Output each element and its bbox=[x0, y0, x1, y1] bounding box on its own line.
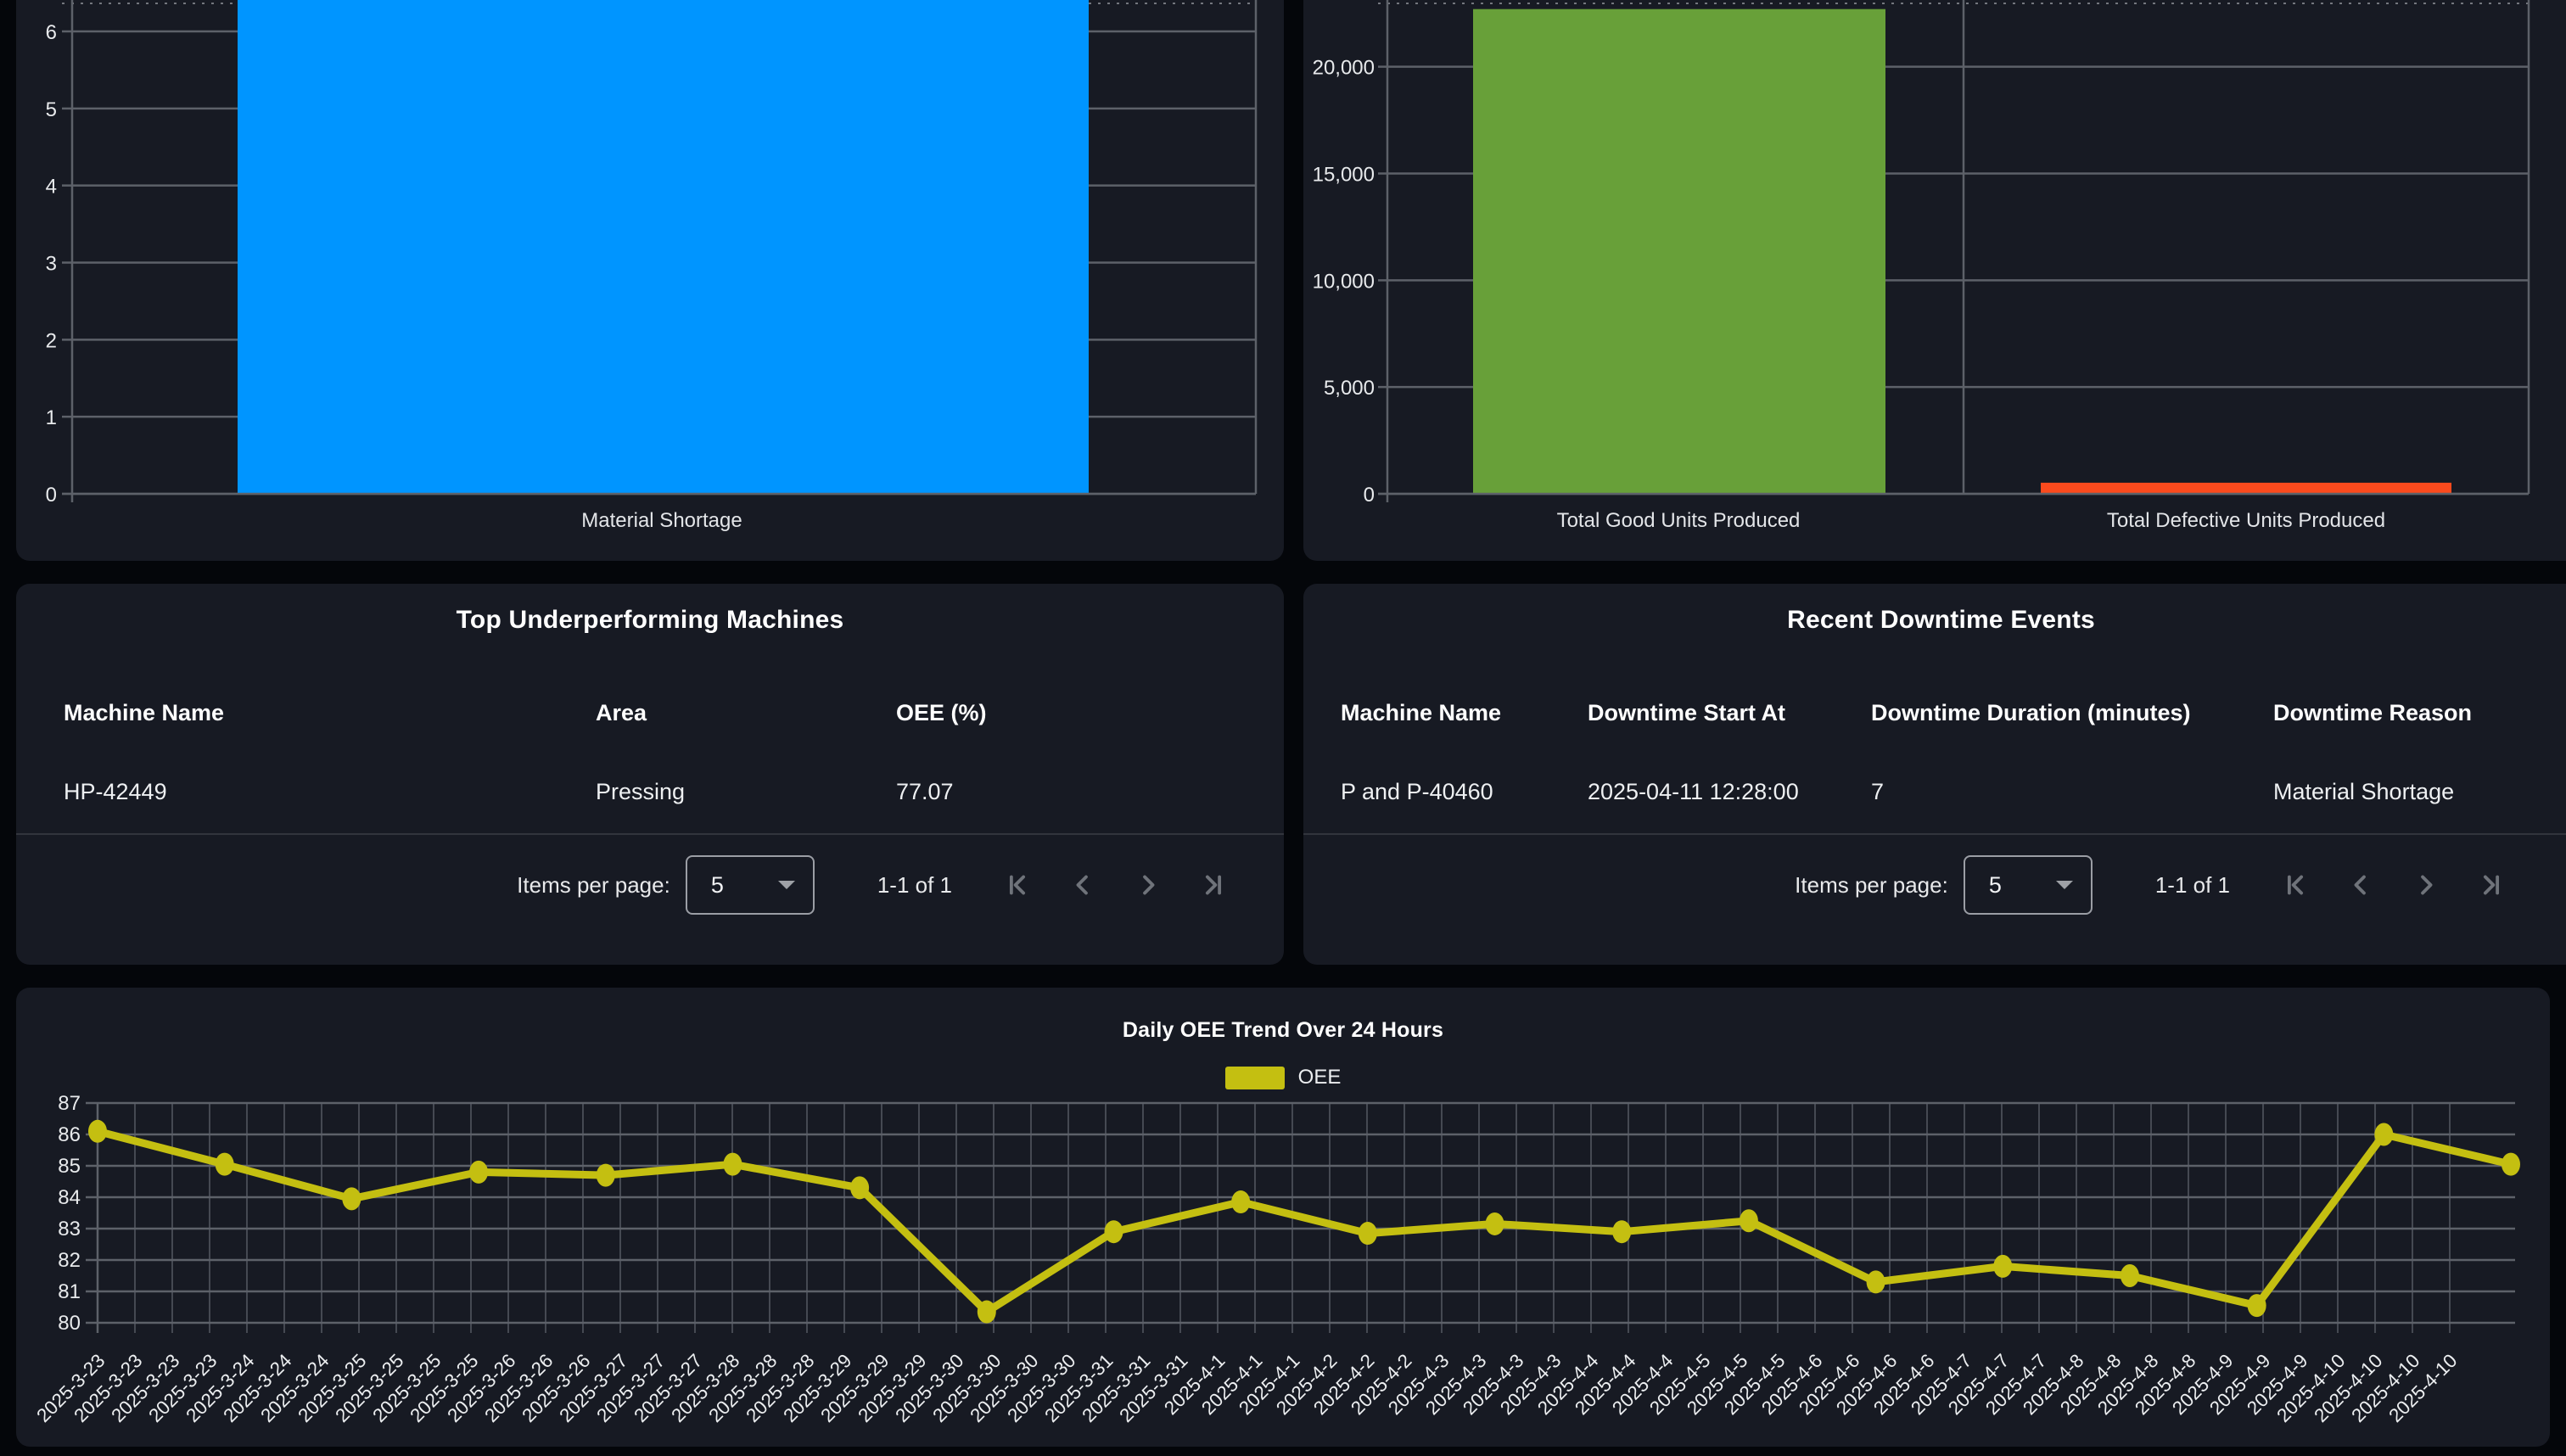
col-header-downtime-start: Downtime Start At bbox=[1588, 700, 1871, 726]
previous-page-button[interactable] bbox=[2345, 869, 2377, 901]
svg-text:Material Shortage: Material Shortage bbox=[581, 509, 742, 532]
svg-text:5,000: 5,000 bbox=[1324, 377, 1375, 400]
last-page-button[interactable] bbox=[1197, 869, 1230, 901]
svg-text:10,000: 10,000 bbox=[1313, 270, 1375, 293]
table-header-row: Machine Name Area OEE (%) bbox=[16, 687, 1284, 738]
downtime-by-reason-bar-chart: 0 1 2 3 4 5 6 Material Shortage bbox=[16, 0, 1284, 561]
table-row: HP-42449 Pressing 77.07 bbox=[16, 766, 1284, 817]
cell-downtime-start: 2025-04-11 12:28:00 bbox=[1588, 779, 1871, 805]
svg-text:85: 85 bbox=[58, 1155, 81, 1178]
next-page-button[interactable] bbox=[2410, 869, 2442, 901]
cell-oee: 77.07 bbox=[896, 779, 1284, 805]
last-page-icon bbox=[2475, 869, 2507, 901]
chevron-down-icon bbox=[2055, 880, 2074, 890]
cell-downtime-duration: 7 bbox=[1871, 779, 2273, 805]
items-per-page-value: 5 bbox=[1989, 872, 2055, 899]
col-header-downtime-reason: Downtime Reason bbox=[2273, 700, 2566, 726]
table-header-row: Machine Name Downtime Start At Downtime … bbox=[1303, 687, 2566, 738]
items-per-page-select[interactable]: 5 bbox=[686, 855, 815, 915]
chart-legend: OEE bbox=[16, 1066, 2550, 1089]
paginator: Items per page: 5 1-1 of 1 bbox=[16, 854, 1230, 916]
svg-text:80: 80 bbox=[58, 1312, 81, 1335]
items-per-page-select[interactable]: 5 bbox=[1964, 855, 2093, 915]
card-units-produced: 0 5,000 10,000 15,000 20,000 Total Good Units… bbox=[1303, 0, 2566, 561]
oee-legend-label: OEE bbox=[1298, 1066, 1342, 1089]
svg-text:4: 4 bbox=[46, 176, 57, 199]
svg-text:1: 1 bbox=[46, 406, 57, 429]
svg-text:87: 87 bbox=[58, 1092, 81, 1115]
table-row: P and P-40460 2025-04-11 12:28:00 7 Mate… bbox=[1303, 766, 2566, 817]
svg-text:84: 84 bbox=[58, 1186, 81, 1209]
items-per-page-label: Items per page: bbox=[1795, 872, 1948, 899]
first-page-icon bbox=[2279, 869, 2311, 901]
card-top-underperforming-machines: Top Underperforming Machines Machine Nam… bbox=[16, 584, 1284, 965]
chart-title: Daily OEE Trend Over 24 Hours bbox=[16, 1018, 2550, 1043]
first-page-button[interactable] bbox=[2279, 869, 2311, 901]
svg-text:Total Defective Units Produced: Total Defective Units Produced bbox=[2107, 509, 2385, 532]
cell-machine-name: HP-42449 bbox=[64, 779, 596, 805]
svg-text:5: 5 bbox=[46, 98, 57, 121]
card-oee-trend: Daily OEE Trend Over 24 Hours OEE 2025-3… bbox=[16, 988, 2550, 1447]
first-page-icon bbox=[1001, 869, 1034, 901]
svg-text:3: 3 bbox=[46, 253, 57, 276]
dashboard-page: 0 1 2 3 4 5 6 Material Shortage 0 5,000 10,000 15,… bbox=[0, 0, 2566, 1456]
card-downtime-by-reason: 0 1 2 3 4 5 6 Material Shortage bbox=[16, 0, 1284, 561]
col-header-area: Area bbox=[596, 700, 896, 726]
svg-text:15,000: 15,000 bbox=[1313, 163, 1375, 186]
table-title: Top Underperforming Machines bbox=[16, 606, 1284, 635]
units-produced-bar-chart: 0 5,000 10,000 15,000 20,000 Total Good Units… bbox=[1303, 0, 2566, 561]
svg-text:0: 0 bbox=[46, 484, 57, 507]
table-divider bbox=[1303, 833, 2566, 835]
table-title: Recent Downtime Events bbox=[1303, 606, 2566, 635]
page-range-label: 1-1 of 1 bbox=[2155, 872, 2230, 899]
paginator: Items per page: 5 1-1 of 1 bbox=[1303, 854, 2507, 916]
last-page-button[interactable] bbox=[2475, 869, 2507, 901]
cell-area: Pressing bbox=[596, 779, 896, 805]
first-page-button[interactable] bbox=[1001, 869, 1034, 901]
cell-downtime-reason: Material Shortage bbox=[2273, 779, 2566, 805]
svg-text:20,000: 20,000 bbox=[1313, 57, 1375, 80]
col-header-downtime-duration: Downtime Duration (minutes) bbox=[1871, 700, 2273, 726]
chevron-down-icon bbox=[777, 880, 796, 890]
svg-text:Total Good Units Produced: Total Good Units Produced bbox=[1557, 509, 1801, 532]
svg-text:83: 83 bbox=[58, 1218, 81, 1240]
page-range-label: 1-1 of 1 bbox=[877, 872, 952, 899]
svg-text:86: 86 bbox=[58, 1123, 81, 1146]
oee-legend-swatch bbox=[1225, 1067, 1285, 1089]
cell-machine-name: P and P-40460 bbox=[1341, 779, 1588, 805]
col-header-oee: OEE (%) bbox=[896, 700, 1284, 726]
last-page-icon bbox=[1197, 869, 1230, 901]
items-per-page-label: Items per page: bbox=[517, 872, 670, 899]
previous-page-button[interactable] bbox=[1067, 869, 1099, 901]
chevron-right-icon bbox=[1132, 869, 1164, 901]
chevron-left-icon bbox=[1067, 869, 1099, 901]
chevron-left-icon bbox=[2345, 869, 2377, 901]
col-header-machine-name: Machine Name bbox=[64, 700, 596, 726]
oee-trend-line-chart: 2025-3-232025-3-232025-3-232025-3-232025… bbox=[16, 988, 2550, 1447]
chevron-right-icon bbox=[2410, 869, 2442, 901]
svg-text:2: 2 bbox=[46, 329, 57, 352]
card-recent-downtime-events: Recent Downtime Events Machine Name Down… bbox=[1303, 584, 2566, 965]
svg-text:81: 81 bbox=[58, 1280, 81, 1303]
svg-text:82: 82 bbox=[58, 1249, 81, 1272]
svg-text:0: 0 bbox=[1364, 484, 1375, 507]
svg-text:6: 6 bbox=[46, 21, 57, 44]
col-header-machine-name: Machine Name bbox=[1341, 700, 1588, 726]
table-divider bbox=[16, 833, 1284, 835]
next-page-button[interactable] bbox=[1132, 869, 1164, 901]
items-per-page-value: 5 bbox=[711, 872, 777, 899]
